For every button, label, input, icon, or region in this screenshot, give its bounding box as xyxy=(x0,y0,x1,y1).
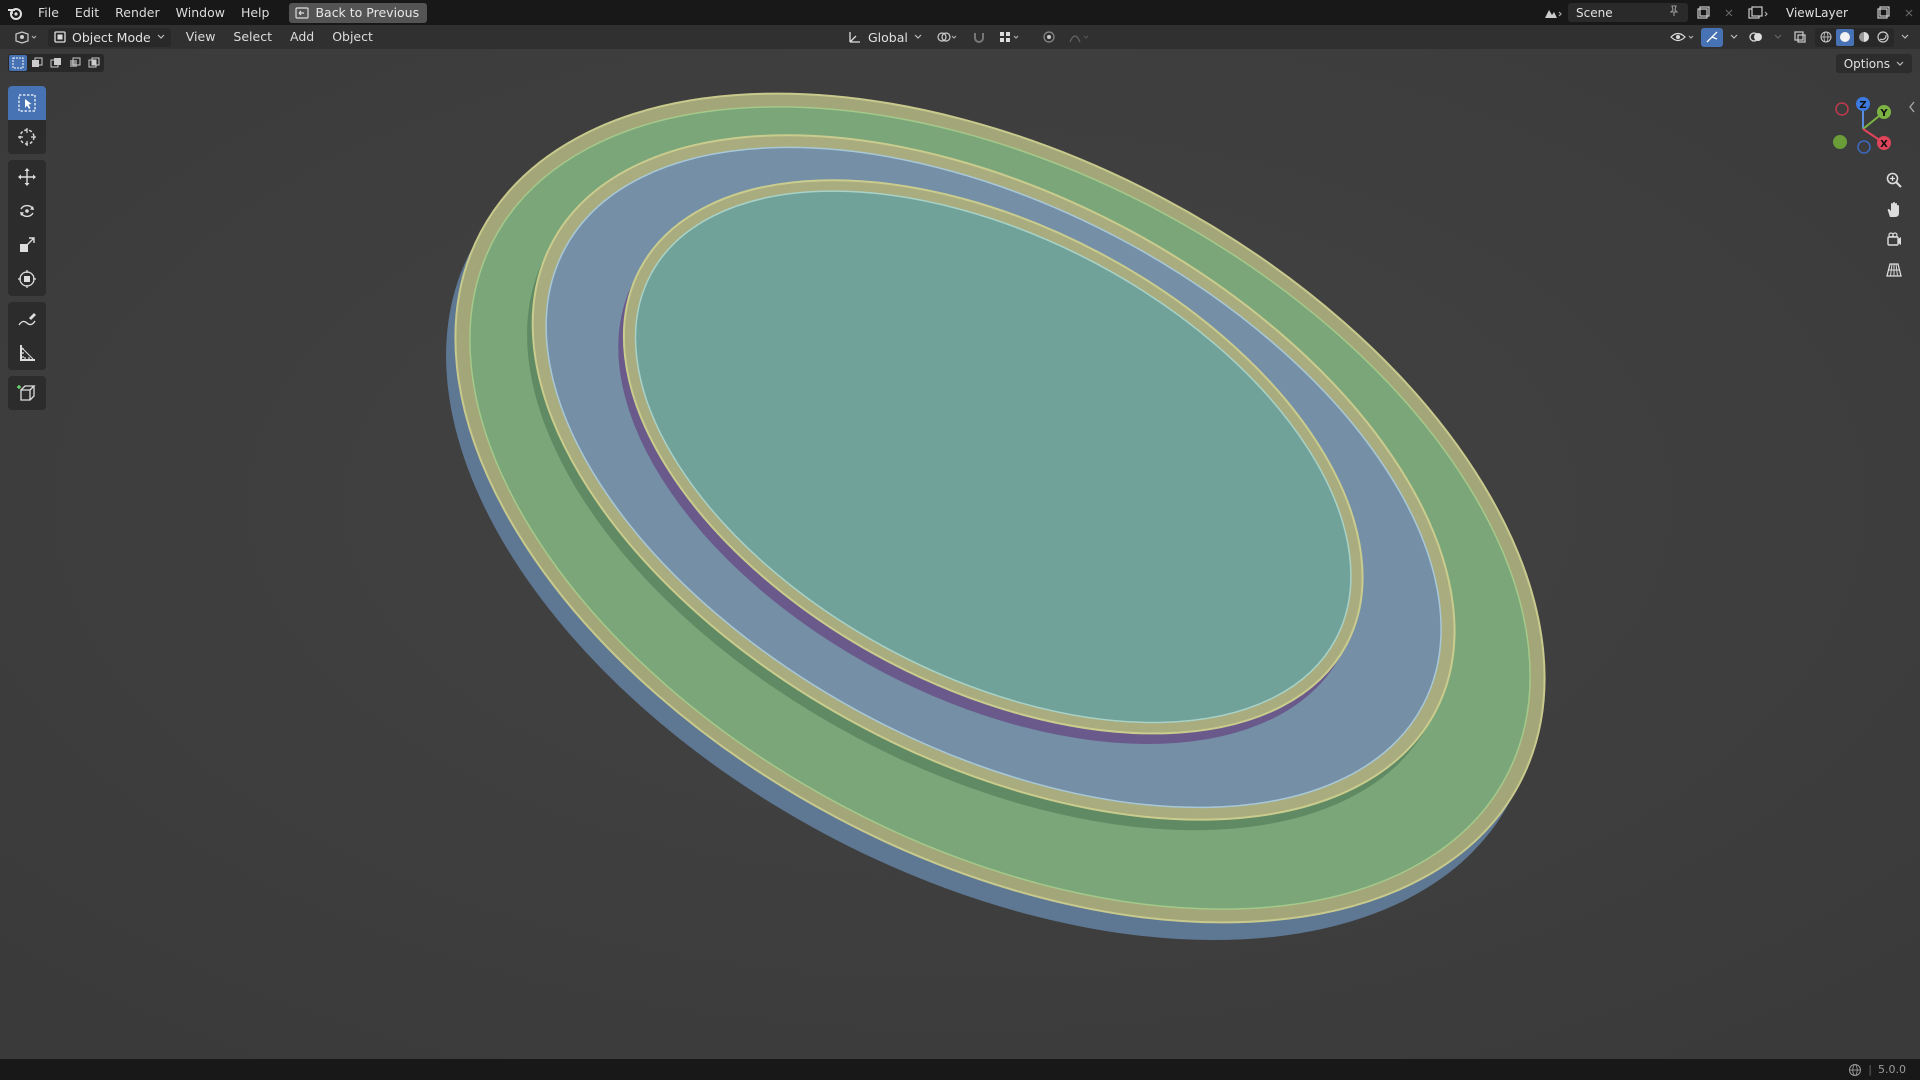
menu-edit[interactable]: Edit xyxy=(67,0,107,25)
menu-render[interactable]: Render xyxy=(107,0,168,25)
back-screen-icon xyxy=(295,6,310,19)
viewport-header: Object Mode View Select Add Object Globa… xyxy=(0,25,1920,49)
pan-hand-icon[interactable] xyxy=(1880,196,1908,224)
version-label: 5.0.0 xyxy=(1878,1063,1906,1076)
header-menu-view[interactable]: View xyxy=(177,25,225,49)
tool-cursor[interactable] xyxy=(8,120,46,154)
options-dropdown[interactable]: Options xyxy=(1835,54,1912,73)
gizmo-neg-y[interactable] xyxy=(1833,135,1847,149)
object-mode-icon xyxy=(54,31,66,43)
gizmo-neg-z[interactable] xyxy=(1857,140,1871,154)
wireframe-shading-icon[interactable] xyxy=(1817,29,1835,46)
tool-scale[interactable] xyxy=(8,228,46,262)
axis-orientation-icon xyxy=(849,32,860,43)
menu-window[interactable]: Window xyxy=(168,0,233,25)
navigation-gizmo[interactable]: Z Y X xyxy=(1828,94,1898,164)
annotate-pen-icon xyxy=(18,313,36,326)
selection-mode-group xyxy=(8,54,104,72)
header-menu-add[interactable]: Add xyxy=(281,25,323,49)
transform-icon xyxy=(18,270,36,288)
mode-selector[interactable]: Object Mode xyxy=(48,27,171,47)
camera-view-icon[interactable] xyxy=(1880,226,1908,254)
back-to-previous-button[interactable]: Back to Previous xyxy=(289,2,428,23)
snap-toggle-icon[interactable] xyxy=(968,28,990,47)
tool-measure[interactable] xyxy=(8,336,46,370)
scene-name: Scene xyxy=(1576,5,1613,20)
select-intersect-icon[interactable] xyxy=(85,55,103,71)
gizmo-y-label: Y xyxy=(1879,108,1888,119)
shading-dropdown-icon[interactable] xyxy=(1898,28,1912,47)
xray-toggle-icon[interactable] xyxy=(1789,28,1811,47)
tool-transform[interactable] xyxy=(8,262,46,296)
menu-help[interactable]: Help xyxy=(233,0,278,25)
gizmo-neg-x[interactable] xyxy=(1835,102,1849,116)
tool-move[interactable] xyxy=(8,160,46,194)
solid-shading-icon[interactable] xyxy=(1836,28,1854,46)
proportional-falloff-icon[interactable] xyxy=(1066,28,1094,47)
gizmo-x-label: X xyxy=(1880,139,1888,150)
delete-scene-icon[interactable] xyxy=(1718,3,1740,22)
rendered-shading-icon[interactable] xyxy=(1874,29,1892,46)
measure-ruler-icon xyxy=(20,345,35,361)
back-button-label: Back to Previous xyxy=(315,5,420,20)
rotate-icon xyxy=(20,204,34,218)
proportional-editing-icon[interactable] xyxy=(1038,28,1060,47)
select-box-icon xyxy=(18,94,36,112)
new-scene-icon[interactable] xyxy=(1692,3,1714,22)
sidebar-toggle-icon[interactable] xyxy=(1908,100,1916,114)
header-menu-object[interactable]: Object xyxy=(323,25,382,49)
visibility-selector-icon[interactable] xyxy=(1667,28,1697,47)
chevron-down-icon xyxy=(1896,61,1904,66)
snap-target-icon[interactable] xyxy=(996,28,1024,47)
gizmo-z-label: Z xyxy=(1859,100,1866,111)
scene-name-field[interactable]: Scene xyxy=(1568,3,1688,22)
tool-rotate[interactable] xyxy=(8,194,46,228)
gizmo-dropdown-icon[interactable] xyxy=(1727,28,1741,47)
zoom-icon[interactable] xyxy=(1880,166,1908,194)
overlays-dropdown-icon[interactable] xyxy=(1771,28,1785,47)
top-right-controls: Scene ViewLayer xyxy=(1542,0,1920,25)
perspective-grid-icon[interactable] xyxy=(1880,256,1908,284)
move-icon xyxy=(18,168,36,186)
pin-icon[interactable] xyxy=(1668,5,1680,20)
mode-label: Object Mode xyxy=(72,29,151,45)
view-layer-name: ViewLayer xyxy=(1786,5,1848,20)
tool-add-cube[interactable] xyxy=(8,376,46,410)
new-view-layer-icon[interactable] xyxy=(1872,3,1894,22)
network-globe-icon xyxy=(1849,1063,1862,1076)
scene-selector-icon[interactable] xyxy=(1542,3,1564,22)
select-new-icon[interactable] xyxy=(9,55,27,71)
view-layer-selector-icon[interactable] xyxy=(1744,3,1774,22)
shading-mode-group xyxy=(1815,27,1894,47)
add-cube-icon xyxy=(17,385,36,401)
tool-annotate[interactable] xyxy=(8,302,46,336)
scale-icon xyxy=(20,237,35,252)
viewport-header-right xyxy=(1667,25,1912,49)
orientation-label: Global xyxy=(868,29,908,45)
menu-file[interactable]: File xyxy=(30,0,67,25)
top-bar: File Edit Render Window Help Back to Pre… xyxy=(0,0,1920,25)
chevron-down-icon xyxy=(914,34,922,39)
view-layer-field[interactable]: ViewLayer xyxy=(1778,3,1868,22)
transform-controls: Global xyxy=(836,25,1094,49)
tool-select-box[interactable] xyxy=(8,86,46,120)
pivot-point-icon[interactable] xyxy=(934,28,962,47)
overlays-toggle-icon[interactable] xyxy=(1745,28,1767,47)
status-bar: | 5.0.0 xyxy=(0,1059,1920,1080)
chevron-down-icon xyxy=(157,34,165,39)
viewport-canvas[interactable] xyxy=(0,49,1920,1059)
editor-type-icon[interactable] xyxy=(10,28,42,47)
orientation-selector[interactable]: Global xyxy=(842,28,928,47)
tool-shelf xyxy=(8,86,46,410)
header-menu-select[interactable]: Select xyxy=(224,25,281,49)
material-shading-icon[interactable] xyxy=(1855,29,1873,46)
options-label: Options xyxy=(1843,56,1890,71)
cursor-icon xyxy=(18,128,36,146)
select-subtract-icon[interactable] xyxy=(47,55,65,71)
select-invert-icon[interactable] xyxy=(66,55,84,71)
select-extend-icon[interactable] xyxy=(28,55,46,71)
blender-logo-icon[interactable] xyxy=(0,0,30,25)
gizmo-toggle-icon[interactable] xyxy=(1701,27,1723,47)
delete-view-layer-icon[interactable] xyxy=(1898,3,1920,22)
